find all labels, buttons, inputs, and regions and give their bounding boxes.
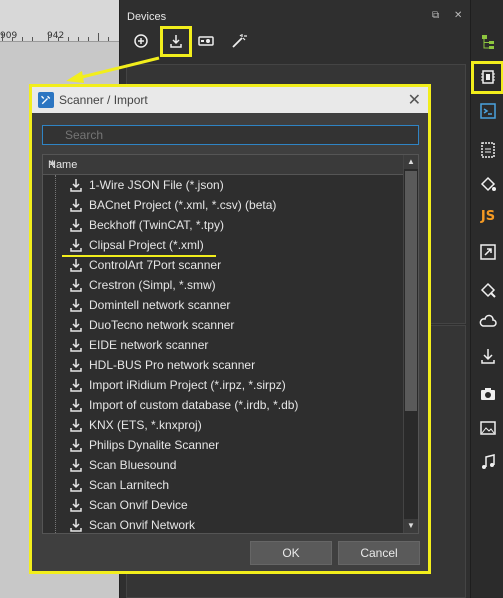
import-icon [70,379,82,392]
import-icon [70,359,82,372]
magic-wand-icon[interactable] [226,28,252,54]
list-item-label: DuoTecno network scanner [89,318,235,332]
scroll-thumb[interactable] [405,171,417,411]
add-icon[interactable] [128,28,154,54]
scanner-import-dialog: Scanner / Import ✕ Name ▲ 1-Wire JSON Fi… [29,84,431,574]
highlight-underline [62,255,216,257]
import-icon [70,179,82,192]
import-icon [70,279,82,292]
list-item-label: Clipsal Project (*.xml) [89,238,204,252]
import-icon [70,199,82,212]
list-item-label: KNX (ETS, *.knxproj) [89,418,202,432]
import-icon [70,499,82,512]
list-item[interactable]: BACnet Project (*.xml, *.csv) (beta) [43,195,404,215]
ruler-label: 942 [47,31,65,41]
tree-icon[interactable] [476,30,500,54]
list-item[interactable]: DuoTecno network scanner [43,315,404,335]
import-icon [70,419,82,432]
ruler: 909 942 [0,0,119,42]
scrollbar[interactable]: ▲ ▼ [403,155,418,533]
device-settings-icon[interactable] [193,28,219,54]
import-icon [70,439,82,452]
list-item[interactable]: Crestron (Simpl, *.smw) [43,275,404,295]
list-item[interactable]: EIDE network scanner [43,335,404,355]
list-item[interactable]: Scan Onvif Network [43,515,404,533]
js-icon[interactable]: JS [476,204,500,228]
list-item[interactable]: Import of custom database (*.irdb, *.db) [43,395,404,415]
device-chip-icon[interactable] [476,65,500,89]
search-input[interactable] [42,125,419,145]
import-highlight [160,26,192,57]
list-item-label: Import of custom database (*.irdb, *.db) [89,398,299,412]
float-icon[interactable]: ⧉ [432,10,439,21]
drivers-icon[interactable] [476,278,500,302]
list-item[interactable]: Scan Bluesound [43,455,404,475]
dialog-title: Scanner / Import [59,93,148,107]
import-icon [70,479,82,492]
list-item[interactable]: HDL-BUS Pro network scanner [43,355,404,375]
list-item-label: EIDE network scanner [89,338,209,352]
list-item[interactable]: KNX (ETS, *.knxproj) [43,415,404,435]
list-item[interactable]: Domintell network scanner [43,295,404,315]
document-icon[interactable] [476,138,500,162]
import-icon [70,399,82,412]
import-icon [70,319,82,332]
list-item[interactable]: Philips Dynalite Scanner [43,435,404,455]
download-icon[interactable] [476,344,500,368]
list-item[interactable]: Import iRidium Project (*.irpz, *.sirpz) [43,375,404,395]
import-icon [70,239,82,252]
list-item-label: Beckhoff (TwinCAT, *.tpy) [89,218,224,232]
import-icon [70,519,82,532]
import-icon [70,219,82,232]
list-item[interactable]: Scan Larnitech [43,475,404,495]
cancel-button[interactable]: Cancel [338,541,420,565]
list-item[interactable]: Scan Onvif Device [43,495,404,515]
image-icon[interactable] [476,416,500,440]
right-toolbar: JS [470,0,503,598]
panel-title: Devices [127,11,167,23]
list-item-label: Domintell network scanner [89,298,231,312]
list-item-label: 1-Wire JSON File (*.json) [89,178,224,192]
tools-icon [38,92,54,108]
column-header[interactable]: Name ▲ [43,155,404,175]
list-items: 1-Wire JSON File (*.json) BACnet Project … [43,175,404,533]
scanner-list: Name ▲ 1-Wire JSON File (*.json) BACnet P… [42,154,419,534]
ok-button[interactable]: OK [250,541,332,565]
close-icon[interactable]: ✕ [454,10,462,21]
import-icon [70,459,82,472]
list-item-label: Scan Onvif Network [89,518,196,532]
camera-icon[interactable] [476,382,500,406]
list-item[interactable]: Clipsal Project (*.xml) [43,235,404,255]
list-item-label: BACnet Project (*.xml, *.csv) (beta) [89,198,277,212]
list-item-label: Import iRidium Project (*.irpz, *.sirpz) [89,378,286,392]
list-item-label: Crestron (Simpl, *.smw) [89,278,216,292]
list-item-label: ControlArt 7Port scanner [89,258,222,272]
dialog-titlebar[interactable]: Scanner / Import ✕ [32,87,428,113]
import-icon [70,339,82,352]
close-icon[interactable]: ✕ [408,90,421,110]
cloud-icon[interactable] [476,310,500,334]
resize-icon[interactable] [476,240,500,264]
list-item-label: HDL-BUS Pro network scanner [89,358,256,372]
list-item[interactable]: Beckhoff (TwinCAT, *.tpy) [43,215,404,235]
script-icon[interactable] [476,99,500,123]
music-icon[interactable] [476,450,500,474]
import-icon [70,259,82,272]
list-item-label: Philips Dynalite Scanner [89,438,220,452]
paint-bucket-icon[interactable] [476,172,500,196]
sort-arrow-icon: ▲ [48,157,57,167]
list-item-label: Scan Bluesound [89,458,177,472]
list-item[interactable]: ControlArt 7Port scanner [43,255,404,275]
list-item-label: Scan Onvif Device [89,498,188,512]
list-item-label: Scan Larnitech [89,478,170,492]
scroll-up-icon[interactable]: ▲ [404,155,418,169]
import-icon [70,299,82,312]
list-item[interactable]: 1-Wire JSON File (*.json) [43,175,404,195]
scroll-down-icon[interactable]: ▼ [404,519,418,533]
